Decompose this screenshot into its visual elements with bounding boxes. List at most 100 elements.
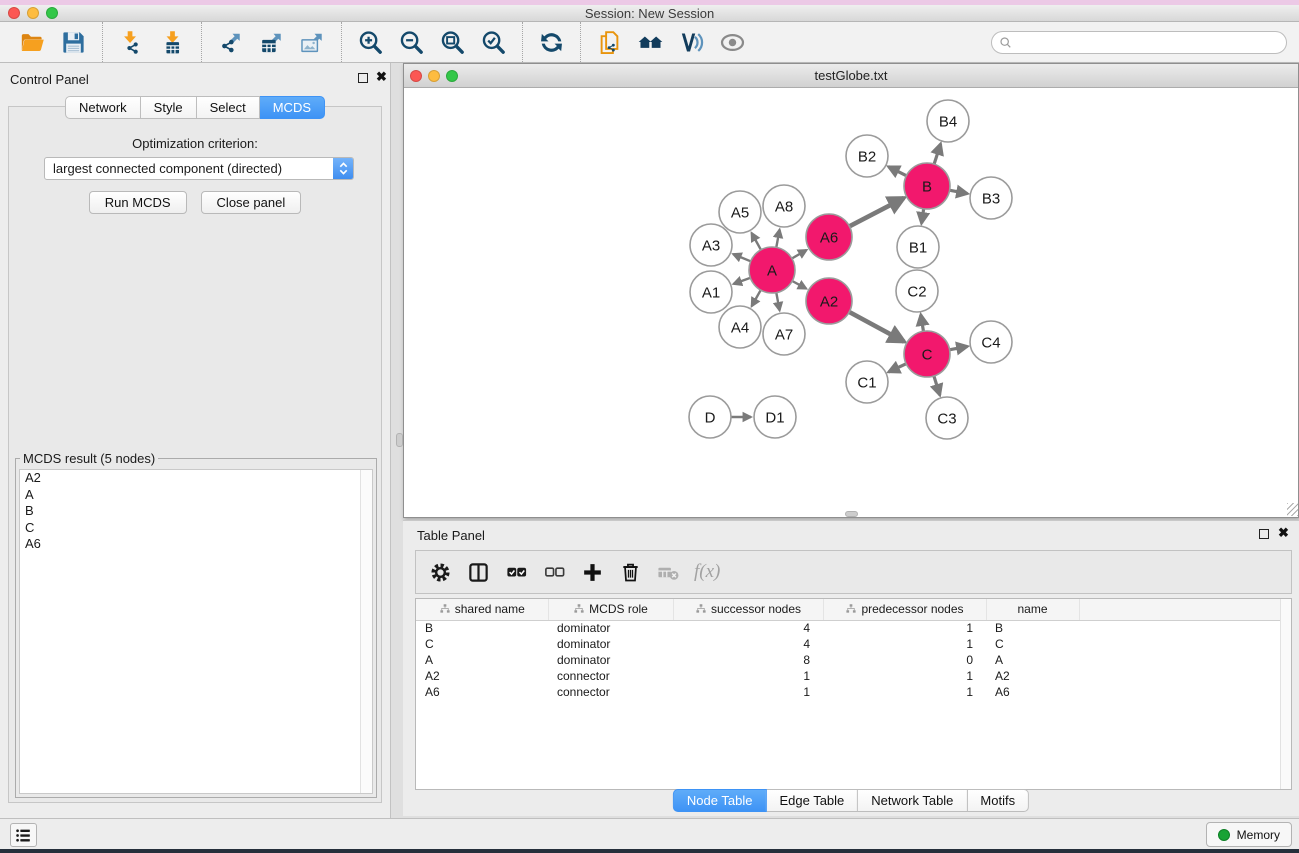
table-cell[interactable]: A [416,652,548,668]
column-header-successor-nodes[interactable]: successor nodes [673,599,823,620]
table-cell[interactable]: 1 [823,620,986,636]
network-view-window[interactable]: testGlobe.txt B4B2BB3A5A8A6A3B1AA1C2A2A4… [403,63,1299,518]
graph-edge-A-A5[interactable] [752,233,762,251]
graph-edge-C-C3[interactable] [934,375,940,395]
graph-edge-A-A7[interactable] [776,292,780,311]
graph-edge-A-A6[interactable] [791,250,807,259]
table-cell[interactable]: A2 [986,668,1079,684]
table-cell[interactable]: A6 [986,684,1079,700]
column-settings-button[interactable] [428,559,452,585]
table-cell[interactable]: C [416,636,548,652]
import-network-button[interactable] [111,25,152,59]
graph-edge-A6-B[interactable] [849,198,904,227]
table-cell[interactable]: C [986,636,1079,652]
graph-edge-C-C1[interactable] [889,363,907,372]
graph-edge-A2-C[interactable] [848,312,904,342]
task-history-button[interactable] [10,823,37,847]
table-cell[interactable]: A [986,652,1079,668]
float-panel-icon[interactable] [358,73,368,83]
table-cell[interactable]: 1 [823,668,986,684]
show-networks-home-button[interactable] [630,25,671,59]
deselect-all-columns-button[interactable] [542,559,566,585]
run-mcds-button[interactable]: Run MCDS [89,191,187,214]
memory-button[interactable]: Memory [1206,822,1292,847]
graph-edge-A-A4[interactable] [752,289,762,306]
table-cell[interactable]: 1 [673,668,823,684]
column-header-MCDS-role[interactable]: MCDS role [548,599,673,620]
table-cell[interactable]: B [416,620,548,636]
table-scrollbar[interactable] [1280,599,1291,789]
main-titlebar[interactable]: Session: New Session [0,5,1299,22]
column-header-name[interactable]: name [986,599,1079,620]
export-table-button[interactable] [251,25,292,59]
mcds-result-item[interactable]: A6 [20,536,372,553]
tab-network[interactable]: Network [65,96,141,119]
tab-select[interactable]: Select [197,96,260,119]
table-cell[interactable]: dominator [548,652,673,668]
tab-network-table[interactable]: Network Table [858,789,967,812]
mcds-list-scrollbar[interactable] [360,470,372,793]
table-row[interactable]: A6connector11A6 [416,684,1291,700]
table-row[interactable]: Cdominator41C [416,636,1291,652]
mcds-result-item[interactable]: A2 [20,470,372,487]
mcds-result-item[interactable]: C [20,520,372,537]
refresh-button[interactable] [531,25,572,59]
search-input[interactable] [991,31,1287,54]
table-close-panel-icon[interactable]: ✖ [1278,528,1289,538]
table-row[interactable]: Bdominator41B [416,620,1291,636]
table-cell[interactable]: 1 [823,636,986,652]
show-columns-button[interactable] [466,559,490,585]
column-header-predecessor-nodes[interactable]: predecessor nodes [823,599,986,620]
mcds-result-item[interactable]: B [20,503,372,520]
network-canvas[interactable]: B4B2BB3A5A8A6A3B1AA1C2A2A4A7CC4C1C3DD1 [404,88,1298,517]
network-horizontal-scroll-thumb[interactable] [845,511,858,517]
table-cell[interactable]: B [986,620,1079,636]
graph-edge-B-B2[interactable] [889,167,908,177]
tab-motifs[interactable]: Motifs [967,789,1029,812]
open-file-button[interactable] [12,25,53,59]
tab-node-table[interactable]: Node Table [673,789,767,812]
table-cell[interactable]: 4 [673,636,823,652]
table-cell[interactable]: 4 [673,620,823,636]
graph-edge-B-B1[interactable] [922,208,924,224]
graph-edge-B-B4[interactable] [934,144,941,165]
table-cell[interactable]: dominator [548,636,673,652]
close-panel-icon[interactable]: ✖ [376,72,387,82]
table-cell[interactable]: 8 [673,652,823,668]
new-network-from-selection-button[interactable] [589,25,630,59]
zoom-in-button[interactable] [350,25,391,59]
export-image-button[interactable] [292,25,333,59]
tab-mcds[interactable]: MCDS [260,96,325,119]
dropdown-stepper-icon[interactable] [333,158,353,179]
graph-edge-A-A2[interactable] [791,281,806,289]
table-cell[interactable]: 0 [823,652,986,668]
network-window-titlebar[interactable]: testGlobe.txt [404,64,1298,88]
criterion-dropdown[interactable]: largest connected component (directed) [44,157,354,180]
network-resize-grip[interactable] [1287,503,1298,516]
close-panel-button[interactable]: Close panel [201,191,302,214]
table-cell[interactable]: 1 [673,684,823,700]
table-float-panel-icon[interactable] [1259,529,1269,539]
graph-edge-A-A8[interactable] [776,230,780,249]
network-vertical-scroll-thumb[interactable] [396,433,403,447]
graph-edge-C-C4[interactable] [949,346,968,350]
import-table-button[interactable] [152,25,193,59]
mcds-result-list[interactable]: A2ABCA6 [19,469,373,794]
zoom-selected-button[interactable] [473,25,514,59]
graph-edge-B-B3[interactable] [949,190,968,194]
delete-columns-button[interactable] [618,559,642,585]
zoom-out-button[interactable] [391,25,432,59]
graph-edge-A-A1[interactable] [734,278,752,284]
graph-edge-A-A3[interactable] [733,254,751,262]
create-column-button[interactable] [580,559,604,585]
graph-edge-C-C2[interactable] [921,315,924,333]
mcds-result-item[interactable]: A [20,487,372,504]
table-cell[interactable]: connector [548,668,673,684]
function-builder-button[interactable]: f(x) [694,561,720,583]
table-cell[interactable]: connector [548,684,673,700]
birds-eye-view-button[interactable] [712,25,753,59]
graphics-details-button[interactable] [671,25,712,59]
delete-table-button[interactable] [656,559,680,585]
export-network-button[interactable] [210,25,251,59]
table-cell[interactable]: 1 [823,684,986,700]
